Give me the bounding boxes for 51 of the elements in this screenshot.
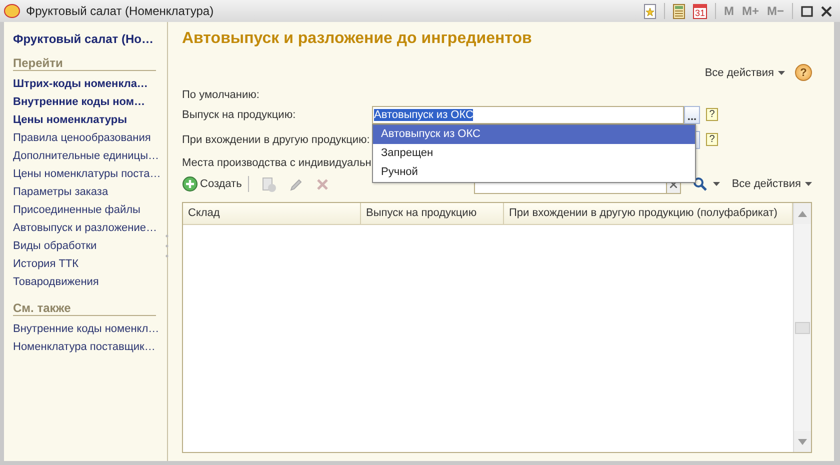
calculator-icon[interactable]	[672, 4, 685, 18]
create-button[interactable]: Создать	[182, 176, 242, 192]
hint-button[interactable]: ?	[706, 133, 718, 146]
sidebar-title: Фруктовый салат (Но…	[13, 32, 154, 46]
help-button[interactable]: ?	[795, 64, 812, 81]
sidebar-link[interactable]: Присоединенные файлы	[13, 201, 167, 219]
logo-icon	[4, 4, 20, 18]
section-heading: Перейти	[13, 56, 156, 71]
scroll-up-icon[interactable]	[798, 210, 807, 216]
close-icon[interactable]	[821, 6, 832, 16]
sidebar-link[interactable]: Параметры заказа	[13, 183, 167, 201]
sidebar-link[interactable]: Товародвижения	[13, 273, 167, 291]
all-actions-menu[interactable]: Все действия	[732, 178, 812, 190]
caret-icon	[805, 182, 812, 186]
all-actions-menu[interactable]: Все действия	[704, 66, 785, 78]
sidebar-link[interactable]: Правила ценообразования	[13, 129, 167, 147]
sidebar-link[interactable]: Автовыпуск и разложение…	[13, 219, 167, 237]
plus-icon	[182, 176, 198, 192]
sidebar-link[interactable]: История ТТК	[13, 255, 167, 273]
sidebar-link[interactable]: Внутренние коды ном…	[13, 93, 167, 111]
section-heading: См. также	[13, 301, 156, 316]
hint-button[interactable]: ?	[706, 108, 718, 121]
sidebar-link[interactable]: Внутренние коды номенкл…	[13, 320, 167, 338]
window-title: Фруктовый салат (Номенклатура)	[26, 4, 215, 18]
sidebar-link[interactable]: Виды обработки	[13, 237, 167, 255]
clear-icon[interactable]	[670, 180, 677, 188]
sidebar-link[interactable]: Цены номенклатуры поста…	[13, 165, 167, 183]
calendar-icon[interactable]: 31	[692, 4, 707, 18]
dropdown-option[interactable]: Ручной	[373, 162, 695, 182]
maximize-icon[interactable]	[801, 6, 813, 16]
column-header[interactable]: Выпуск на продукцию	[361, 203, 504, 224]
section-label: Места производства с индивидуальн	[182, 157, 372, 169]
search-icon[interactable]	[692, 177, 707, 191]
sidebar-link[interactable]: Штрих-коды номенкла…	[13, 75, 167, 93]
scroll-down-icon[interactable]	[798, 438, 807, 444]
section-label: По умолчанию:	[182, 89, 260, 101]
sidebar-link[interactable]: Дополнительные единицы…	[13, 147, 167, 165]
field-label: При вхождении в другую продукцию:	[182, 134, 371, 146]
dropdown-option[interactable]: Запрещен	[373, 144, 695, 162]
caret-icon	[778, 70, 785, 74]
column-header[interactable]: Склад	[183, 203, 361, 224]
choose-button[interactable]: ...	[684, 106, 700, 124]
field-label: Выпуск на продукцию:	[182, 108, 297, 120]
favorite-icon[interactable]	[644, 4, 656, 18]
sidebar-link[interactable]: Цены номенклатуры	[13, 111, 167, 129]
dropdown-option[interactable]: Автовыпуск из ОКС	[373, 124, 695, 144]
select-field[interactable]: Автовыпуск из ОКС	[372, 106, 684, 124]
scroll-thumb[interactable]	[795, 322, 810, 334]
caret-icon[interactable]	[712, 182, 720, 186]
page-title: Автовыпуск и разложение до ингредиентов	[182, 30, 533, 48]
sidebar-link[interactable]: Номенклатура поставщик…	[13, 338, 167, 356]
